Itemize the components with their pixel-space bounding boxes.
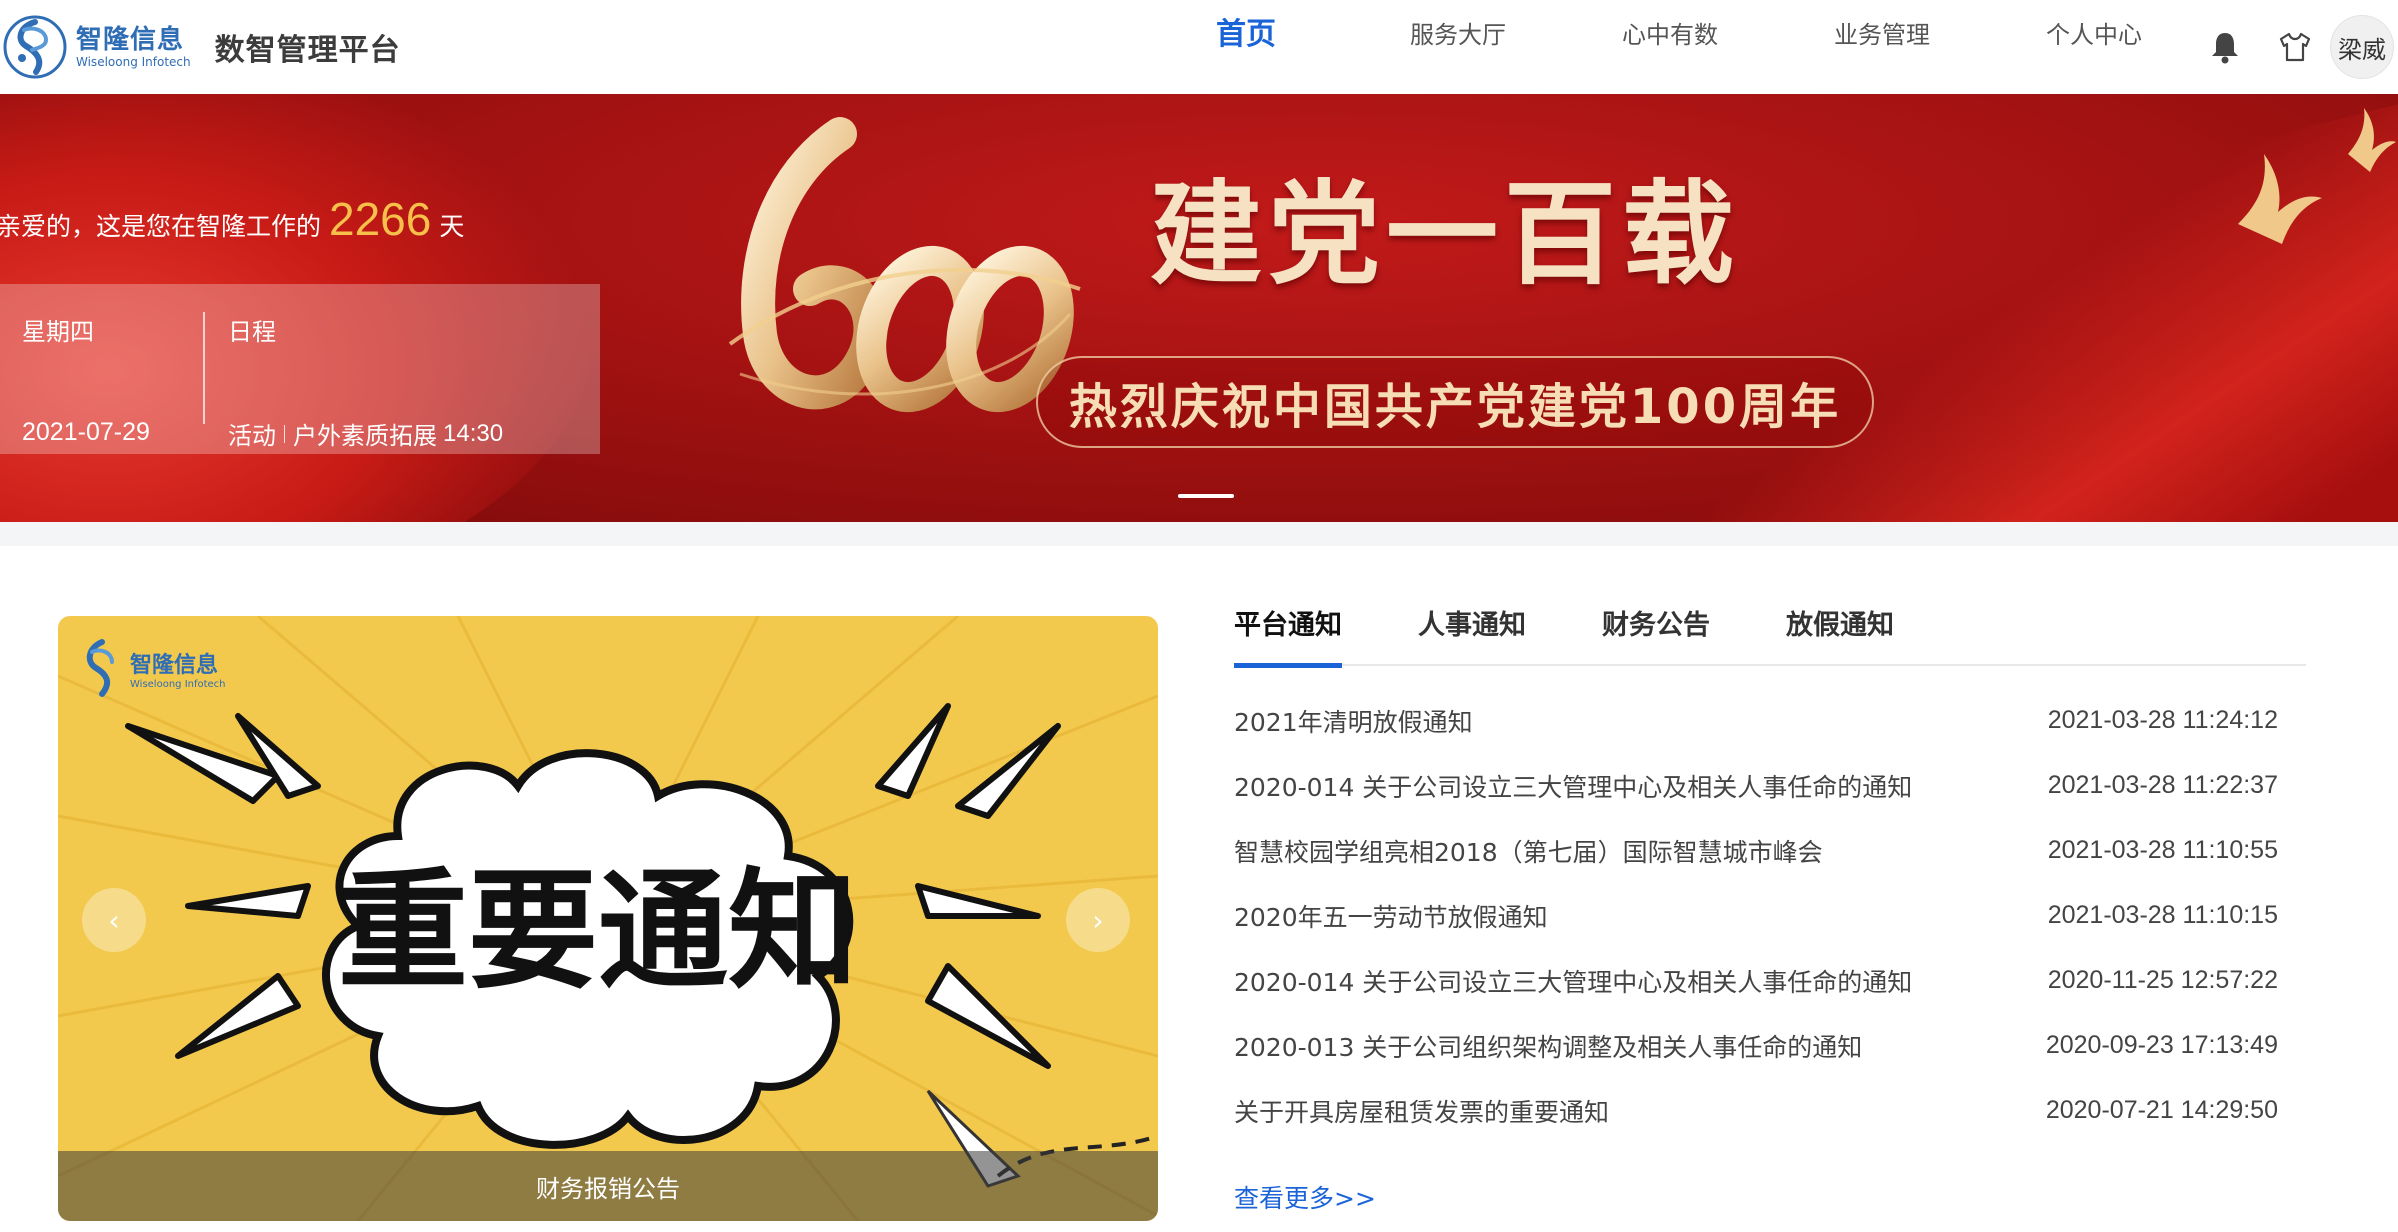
work-days-count: 2266 xyxy=(329,193,432,245)
list-item[interactable]: 2020年五一劳动节放假通知 2021-03-28 11:10:15 xyxy=(1234,883,2306,948)
important-notice-art: 重要通知 xyxy=(58,616,1158,1221)
list-item[interactable]: 2021年清明放假通知 2021-03-28 11:24:12 xyxy=(1234,688,2306,753)
list-item[interactable]: 智慧校园学组亮相2018（第七届）国际智慧城市峰会 2021-03-28 11:… xyxy=(1234,818,2306,883)
brand-name-en: Wiseloong Infotech xyxy=(76,55,191,69)
banner-title: 建党一百载 xyxy=(1150,169,1740,300)
event-name: 户外素质拓展 xyxy=(293,422,437,450)
list-item[interactable]: 2020-013 关于公司组织架构调整及相关人事任命的通知 2020-09-23… xyxy=(1234,1013,2306,1078)
notice-time: 2020-11-25 12:57:22 xyxy=(2047,966,2278,994)
notice-time: 2020-07-21 14:29:50 xyxy=(2045,1096,2278,1124)
main-content: 重要通知 智隆信息 Wiseloong Infotech ‹ › 财务报销公告 … xyxy=(0,546,2398,1232)
schedule-divider xyxy=(203,312,205,424)
banner-slide-indicator[interactable] xyxy=(1178,494,1234,498)
notice-title: 智慧校园学组亮相2018（第七届）国际智慧城市峰会 xyxy=(1234,837,1823,867)
weekday-label: 星期四 xyxy=(22,318,94,346)
notice-title: 2021年清明放假通知 xyxy=(1234,707,1473,737)
notice-time: 2021-03-28 11:24:12 xyxy=(2047,706,2278,734)
tab-finance-notice[interactable]: 财务公告 xyxy=(1602,586,1710,666)
dove-icon xyxy=(2238,108,2396,244)
tab-platform-notice[interactable]: 平台通知 xyxy=(1234,586,1342,668)
list-item[interactable]: 关于开具房屋租赁发票的重要通知 2020-07-21 14:29:50 xyxy=(1234,1078,2306,1143)
company-logo-icon xyxy=(3,15,67,79)
list-item[interactable]: 2020-014 关于公司设立三大管理中心及相关人事任命的通知 2020-11-… xyxy=(1234,948,2306,1013)
main-nav: 首页 服务大厅 心中有数 业务管理 个人中心 xyxy=(1140,0,2200,94)
notice-time: 2021-03-28 11:10:55 xyxy=(2047,836,2278,864)
carousel-logo: 智隆信息 Wiseloong Infotech xyxy=(78,638,226,698)
view-more-link[interactable]: 查看更多>> xyxy=(1234,1179,1376,1215)
work-days-unit: 天 xyxy=(439,212,465,241)
nav-personal[interactable]: 个人中心 xyxy=(1988,0,2200,94)
schedule-heading: 日程 xyxy=(228,318,276,346)
platform-title: 数智管理平台 xyxy=(214,33,401,68)
notice-title: 2020年五一劳动节放假通知 xyxy=(1234,902,1548,932)
notice-time: 2021-03-28 11:10:15 xyxy=(2047,901,2278,929)
tab-hr-notice[interactable]: 人事通知 xyxy=(1418,586,1526,666)
brand-text: 智隆信息 Wiseloong Infotech xyxy=(76,25,191,69)
welcome-message: 亲爱的，这是您在智隆工作的 2266 天 xyxy=(0,192,464,246)
carousel-caption[interactable]: 财务报销公告 xyxy=(58,1151,1158,1221)
notice-carousel[interactable]: 重要通知 智隆信息 Wiseloong Infotech ‹ › 财务报销公告 xyxy=(58,616,1158,1221)
notice-title: 关于开具房屋租赁发票的重要通知 xyxy=(1234,1097,1610,1127)
schedule-event[interactable]: 活动 户外素质拓展 14:30 xyxy=(228,416,503,451)
hero-banner[interactable]: 亲爱的，这是您在智隆工作的 2266 天 星期四 2021-07-29 日程 活动 … xyxy=(0,94,2398,522)
brand[interactable]: 智隆信息 Wiseloong Infotech 数智管理平台 xyxy=(0,0,401,94)
art-text: 重要通知 xyxy=(338,854,858,1007)
tab-holiday-notice[interactable]: 放假通知 xyxy=(1786,586,1894,666)
notice-title: 2020-013 关于公司组织架构调整及相关人事任命的通知 xyxy=(1234,1032,1863,1062)
schedule-column: 日程 活动 户外素质拓展 14:30 xyxy=(228,312,588,450)
carousel-logo-icon xyxy=(86,639,114,697)
schedule-card[interactable]: 星期四 2021-07-29 日程 活动 户外素质拓展 14:30 xyxy=(0,284,600,454)
notice-time: 2020-09-23 17:13:49 xyxy=(2045,1031,2278,1059)
event-separator xyxy=(284,424,285,443)
header-tools: 梁威 xyxy=(2190,0,2398,94)
notice-time: 2021-03-28 11:22:37 xyxy=(2047,771,2278,799)
carousel-next-button[interactable]: › xyxy=(1066,888,1130,952)
bell-icon[interactable] xyxy=(2190,12,2260,82)
date-label: 2021-07-29 xyxy=(22,418,150,446)
nav-business[interactable]: 业务管理 xyxy=(1776,0,1988,94)
welcome-prefix: 亲爱的，这是您在智隆工作的 xyxy=(0,212,322,241)
nav-insight[interactable]: 心中有数 xyxy=(1564,0,1776,94)
nav-service-hall[interactable]: 服务大厅 xyxy=(1352,0,1564,94)
list-item[interactable]: 2020-014 关于公司设立三大管理中心及相关人事任命的通知 2021-03-… xyxy=(1234,753,2306,818)
nav-home[interactable]: 首页 xyxy=(1140,0,1352,94)
notice-tabs: 平台通知 人事通知 财务公告 放假通知 xyxy=(1234,586,2306,668)
carousel-logo-cn: 智隆信息 xyxy=(130,652,219,678)
top-header: 智隆信息 Wiseloong Infotech 数智管理平台 首页 服务大厅 心… xyxy=(0,0,2398,94)
notice-title: 2020-014 关于公司设立三大管理中心及相关人事任命的通知 xyxy=(1234,967,1913,997)
brand-name-cn: 智隆信息 xyxy=(76,25,185,55)
notice-panel: 平台通知 人事通知 财务公告 放假通知 2021年清明放假通知 2021-03-… xyxy=(1234,586,2306,1215)
carousel-logo-en: Wiseloong Infotech xyxy=(130,678,226,690)
carousel-prev-button[interactable]: ‹ xyxy=(82,888,146,952)
notice-list: 2021年清明放假通知 2021-03-28 11:24:12 2020-014… xyxy=(1234,688,2306,1143)
user-avatar[interactable]: 梁威 xyxy=(2330,15,2394,79)
tshirt-icon[interactable] xyxy=(2260,12,2330,82)
golden-100-emblem-icon xyxy=(728,117,1081,413)
date-column: 星期四 2021-07-29 xyxy=(22,312,202,446)
event-type: 活动 xyxy=(228,422,276,450)
banner-subtitle: 热烈庆祝中国共产党建党100周年 xyxy=(1036,356,1874,448)
event-time: 14:30 xyxy=(443,419,504,447)
notice-title: 2020-014 关于公司设立三大管理中心及相关人事任命的通知 xyxy=(1234,772,1913,802)
